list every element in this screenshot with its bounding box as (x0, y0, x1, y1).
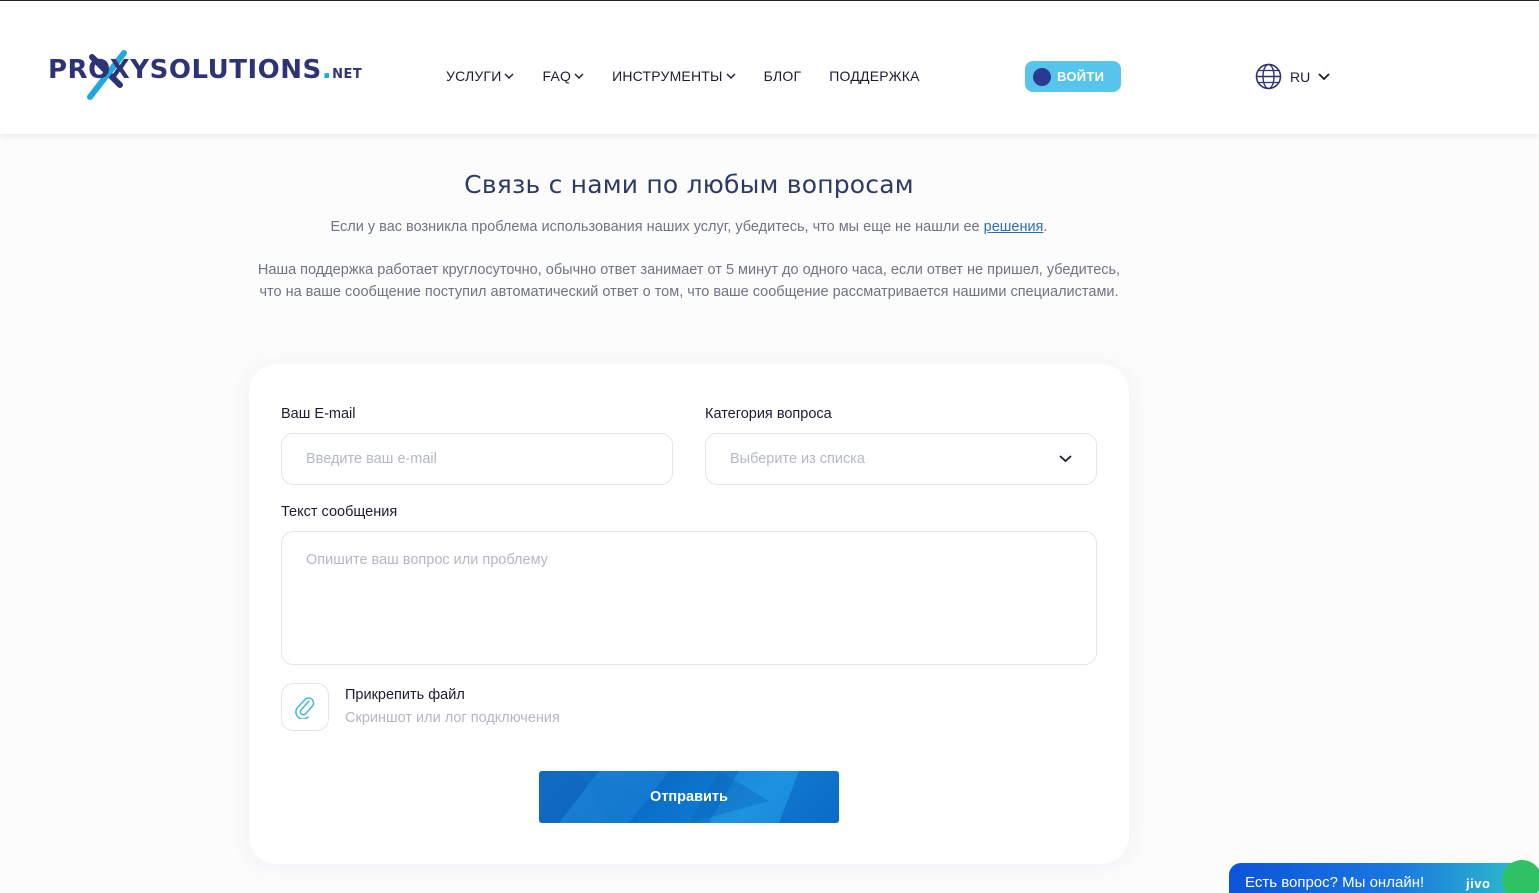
nav-item-services[interactable]: УСЛУГИ (446, 68, 514, 84)
logo-dot: . (321, 55, 333, 85)
chevron-down-icon (504, 73, 514, 79)
submit-button[interactable]: Отправить (539, 771, 839, 823)
nav-item-label: БЛОГ (763, 68, 802, 84)
chevron-down-icon (1318, 72, 1330, 80)
paperclip-icon (295, 697, 315, 719)
attach-file-button[interactable] (281, 683, 329, 731)
nav-item-label: ПОДДЕРЖКА (829, 68, 920, 84)
globe-icon (1255, 63, 1282, 90)
email-label: Ваш E-mail (281, 406, 356, 422)
nav-item-label: УСЛУГИ (446, 68, 502, 84)
solutions-link[interactable]: решения (984, 219, 1044, 235)
attach-title: Прикрепить файл (345, 687, 465, 703)
intro-text: Если у вас возникла проблема использован… (240, 216, 1138, 238)
nav-item-faq[interactable]: FAQ (542, 68, 584, 84)
category-select[interactable]: Выберите из списка (705, 433, 1097, 485)
language-label: RU (1290, 68, 1311, 85)
attach-subtitle: Скриншот или лог подключения (345, 710, 560, 726)
message-field[interactable] (281, 531, 1097, 665)
nav-item-blog[interactable]: БЛОГ (764, 68, 802, 84)
nav-item-support[interactable]: ПОДДЕРЖКА (829, 68, 919, 84)
site-header: PROXYSOLUTIONS.NET УСЛУГИ FAQ ИНСТРУМЕНТ… (0, 1, 1539, 134)
chat-widget[interactable]: Есть вопрос? Мы онлайн! jivo (1229, 863, 1529, 893)
logo-suffix: NET (332, 67, 363, 82)
chevron-down-icon (726, 73, 736, 79)
chevron-down-icon (574, 73, 584, 79)
chat-status-indicator (1502, 860, 1539, 893)
chat-brand: jivo (1466, 876, 1491, 891)
chevron-down-icon (1059, 455, 1072, 463)
site-logo[interactable]: PROXYSOLUTIONS.NET (48, 50, 362, 101)
login-toggle-icon (1033, 67, 1051, 86)
logo-brand: PROXYSOLUTIONS (48, 55, 322, 85)
email-field[interactable] (281, 433, 673, 485)
login-label: ВОЙТИ (1057, 69, 1105, 84)
chat-label: Есть вопрос? Мы онлайн! (1245, 874, 1425, 891)
nav-item-label: FAQ (542, 68, 572, 84)
language-selector[interactable]: RU (1255, 63, 1330, 90)
logo-text: PROXYSOLUTIONS.NET (48, 55, 362, 85)
contact-form-card: Ваш E-mail Категория вопроса Выберите из… (249, 364, 1129, 864)
main-nav: УСЛУГИ FAQ ИНСТРУМЕНТЫ БЛОГ ПОДДЕРЖКА (446, 68, 948, 84)
page-title: Связь с нами по любым вопросам (464, 170, 914, 199)
nav-item-tools[interactable]: ИНСТРУМЕНТЫ (612, 68, 736, 84)
intro-prefix: Если у вас возникла проблема использован… (330, 219, 984, 235)
support-info-text: Наша поддержка работает круглосуточно, о… (257, 262, 1121, 300)
intro-suffix: . (1043, 219, 1048, 235)
submit-label: Отправить (650, 789, 728, 805)
category-label: Категория вопроса (705, 406, 832, 422)
nav-item-label: ИНСТРУМЕНТЫ (612, 68, 723, 84)
category-placeholder: Выберите из списка (730, 451, 865, 467)
login-button[interactable]: ВОЙТИ (1025, 61, 1121, 92)
message-label: Текст сообщения (281, 504, 398, 520)
